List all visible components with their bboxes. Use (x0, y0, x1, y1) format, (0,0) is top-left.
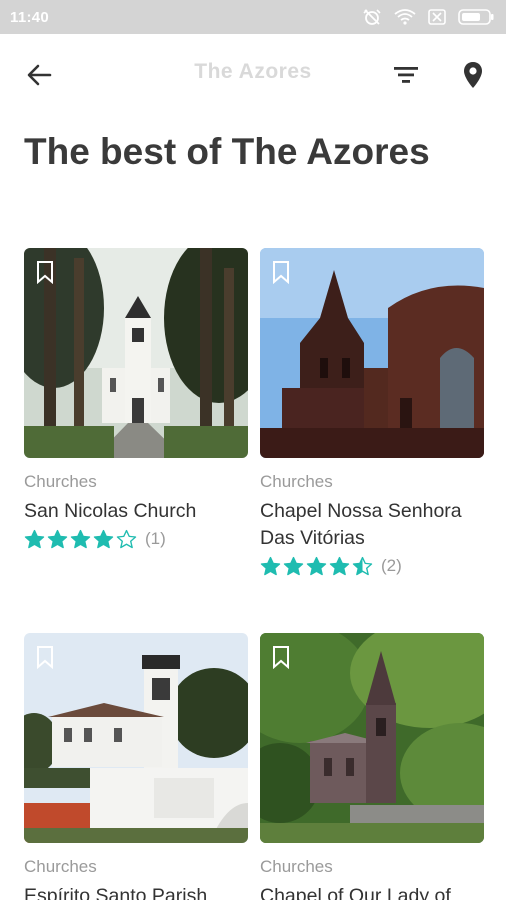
bookmark-button[interactable] (36, 645, 54, 670)
star-half-icon (352, 556, 373, 576)
star-full-icon (70, 529, 91, 549)
rating-count: (1) (145, 529, 166, 548)
bookmark-button[interactable] (272, 260, 290, 285)
alarm-off-icon (362, 8, 382, 26)
status-bar: 11:40 (0, 0, 506, 34)
filter-icon (394, 67, 418, 83)
place-photo (24, 248, 248, 458)
location-pin-icon (464, 62, 482, 88)
star-full-icon (283, 556, 304, 576)
star-full-icon (24, 529, 45, 549)
place-card[interactable]: Churches Chapel of Our Lady of (260, 633, 484, 900)
sim-x-icon (428, 9, 446, 25)
bookmark-icon (37, 261, 53, 285)
bookmark-button[interactable] (36, 260, 54, 285)
rating-stars (24, 529, 137, 549)
star-full-icon (260, 556, 281, 576)
rating-stars (260, 556, 373, 576)
place-card[interactable]: Churches Chapel Nossa Senhora Das Vitóri… (260, 248, 484, 576)
star-empty-icon (116, 529, 137, 549)
place-photo (260, 248, 484, 458)
place-photo (24, 633, 248, 843)
bookmark-icon (37, 646, 53, 670)
status-icons (362, 8, 494, 26)
place-category: Churches (260, 857, 333, 876)
bookmark-icon (273, 646, 289, 670)
star-full-icon (47, 529, 68, 549)
place-name: Espírito Santo Parish (24, 885, 208, 900)
place-category: Churches (24, 472, 97, 491)
place-name: San Nicolas Church (24, 500, 197, 522)
app-bar-title: The Azores (194, 60, 312, 83)
place-name: Chapel Nossa Senhora Das Vitórias (260, 500, 462, 549)
rating-count: (2) (381, 556, 402, 575)
filter-button[interactable] (392, 62, 420, 88)
star-full-icon (93, 529, 114, 549)
star-full-icon (329, 556, 350, 576)
rating: (2) (260, 556, 484, 576)
bookmark-icon (273, 261, 289, 285)
place-name: Chapel of Our Lady of (260, 885, 451, 900)
place-card[interactable]: Churches San Nicolas Church (1) (24, 248, 248, 549)
place-category: Churches (24, 857, 97, 876)
rating: (1) (24, 529, 248, 549)
status-time: 11:40 (10, 8, 50, 26)
bookmark-button[interactable] (272, 645, 290, 670)
page-heading: The best of The Azores (24, 131, 430, 172)
star-full-icon (306, 556, 327, 576)
wifi-icon (394, 9, 416, 25)
place-photo (260, 633, 484, 843)
map-button[interactable] (460, 60, 486, 90)
app-bar: The Azores (0, 34, 506, 114)
place-card[interactable]: Churches Espírito Santo Parish (24, 633, 248, 900)
battery-icon (458, 9, 494, 25)
place-category: Churches (260, 472, 333, 491)
